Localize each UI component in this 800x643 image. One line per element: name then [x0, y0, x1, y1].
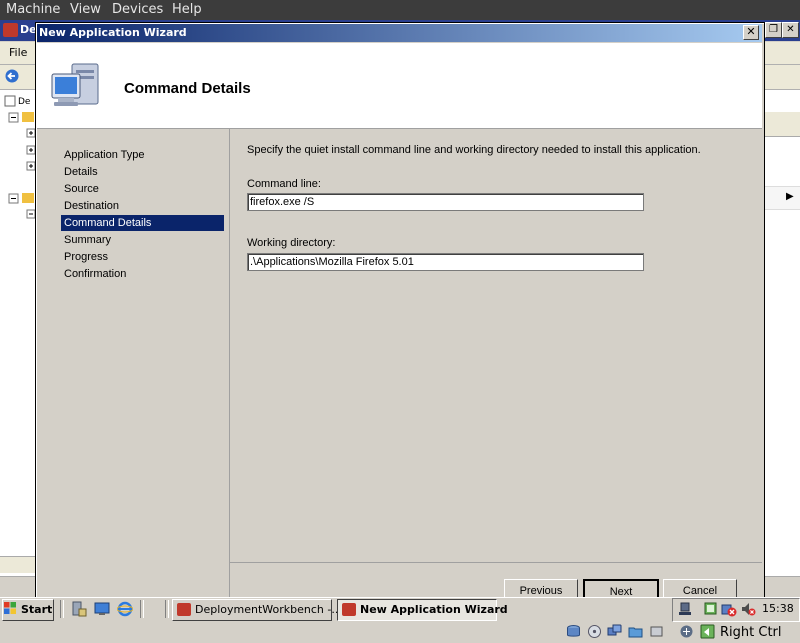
- network-adapter-icon[interactable]: [607, 624, 622, 639]
- actions-pane-header: [764, 112, 800, 137]
- network-warning-icon[interactable]: [721, 601, 737, 617]
- step-source[interactable]: Source: [63, 181, 222, 197]
- show-desktop-icon[interactable]: [94, 601, 110, 617]
- step-command-details[interactable]: Command Details: [61, 215, 224, 231]
- taskbar-separator: [165, 600, 169, 618]
- host-key-icon[interactable]: [700, 624, 715, 639]
- step-details[interactable]: Details: [63, 164, 222, 180]
- command-line-input[interactable]: firefox.exe /S: [247, 193, 644, 211]
- step-application-type[interactable]: Application Type: [63, 147, 222, 163]
- internet-explorer-icon[interactable]: [117, 601, 133, 617]
- menu-devices[interactable]: Devices: [112, 2, 163, 17]
- command-line-label: Command line:: [247, 178, 321, 190]
- server-manager-icon[interactable]: [71, 601, 87, 617]
- menu-machine[interactable]: Machine: [6, 2, 60, 17]
- step-summary[interactable]: Summary: [63, 232, 222, 248]
- clock: 15:38: [762, 602, 794, 615]
- network-icon[interactable]: [677, 601, 693, 617]
- host-key-label: Right Ctrl: [720, 625, 782, 640]
- console-tree[interactable]: De: [0, 90, 37, 595]
- instructions-text: Specify the quiet install command line a…: [247, 144, 701, 156]
- mouse-integration-icon[interactable]: [679, 624, 694, 639]
- tree-expander-icon: De: [4, 95, 36, 219]
- wizard-title: New Application Wizard: [39, 26, 187, 39]
- toolbox-icon: [3, 23, 18, 37]
- actions-pane: [764, 90, 800, 595]
- step-confirmation[interactable]: Confirmation: [63, 266, 222, 282]
- close-icon[interactable]: ✕: [782, 22, 799, 38]
- optical-drive-icon[interactable]: [587, 624, 602, 639]
- menu-help[interactable]: Help: [172, 2, 202, 17]
- task-deployment-workbench[interactable]: DeploymentWorkbench -...: [172, 599, 342, 621]
- taskbar-separator: [60, 600, 64, 618]
- step-progress[interactable]: Progress: [63, 249, 222, 265]
- restore-icon[interactable]: ❐: [765, 22, 782, 38]
- working-directory-label: Working directory:: [247, 237, 336, 249]
- start-label: Start: [21, 603, 53, 616]
- chevron-right-icon[interactable]: ▶: [786, 191, 794, 202]
- task-new-application-wizard[interactable]: New Application Wizard: [337, 599, 508, 621]
- toolbox-icon: [177, 603, 191, 616]
- working-directory-input[interactable]: .\Applications\Mozilla Firefox 5.01: [247, 253, 644, 271]
- menu-view[interactable]: View: [70, 2, 101, 17]
- wizard-close-button[interactable]: ✕: [743, 25, 759, 40]
- computer-icon: [51, 63, 99, 106]
- back-arrow-icon[interactable]: [4, 69, 20, 83]
- toolbox-icon: [342, 603, 356, 616]
- task-label: DeploymentWorkbench -...: [195, 603, 342, 616]
- display-icon[interactable]: [703, 601, 719, 617]
- task-label: New Application Wizard: [360, 603, 508, 616]
- windows-logo-icon: [4, 602, 16, 614]
- taskbar-separator: [140, 600, 144, 618]
- shared-folder-icon[interactable]: [628, 624, 643, 639]
- hard-disk-icon[interactable]: [566, 624, 581, 639]
- svg-text:De: De: [18, 97, 31, 107]
- page-title: Command Details: [124, 80, 251, 97]
- actions-pane-row[interactable]: [764, 186, 800, 210]
- horizontal-scrollbar[interactable]: [0, 556, 36, 573]
- file-menu[interactable]: File: [9, 46, 27, 59]
- usb-icon[interactable]: [649, 624, 664, 639]
- volume-muted-icon[interactable]: [740, 601, 756, 617]
- host-menu-bar: Machine View Devices Help: [0, 0, 800, 20]
- step-destination[interactable]: Destination: [63, 198, 222, 214]
